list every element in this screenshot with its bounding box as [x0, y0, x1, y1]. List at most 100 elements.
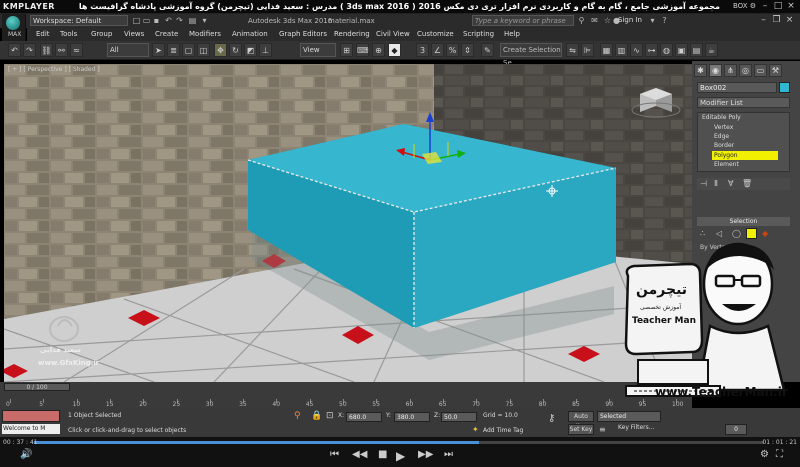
redo-icon[interactable]: ↷ [175, 15, 184, 26]
hierarchy-tab-icon[interactable]: ⋔ [724, 64, 737, 77]
time-slider[interactable]: 0 / 100 [4, 383, 70, 391]
player-maximize-icon[interactable]: □ [773, 1, 783, 12]
player-close-icon[interactable]: × [786, 1, 796, 12]
keyboard-shortcut-override-icon[interactable]: ⌨ [356, 43, 369, 57]
snaps-3d-icon[interactable]: 3 [416, 43, 429, 57]
menu-group[interactable]: Group [91, 30, 112, 38]
select-object-icon[interactable]: ➤ [152, 43, 165, 57]
motion-tab-icon[interactable]: ◎ [739, 64, 752, 77]
menu-civil-view[interactable]: Civil View [376, 30, 410, 38]
stack-item-editable-poly[interactable]: Editable Poly [702, 114, 741, 121]
select-and-move-icon[interactable]: ✥ [214, 43, 227, 57]
polygon-subobj-icon[interactable] [746, 228, 757, 239]
player-forward-icon[interactable]: ▶▶ [418, 449, 433, 460]
menu-graph-editors[interactable]: Graph Editors [279, 30, 327, 38]
player-fullscreen-icon[interactable]: ⛶ [776, 449, 783, 460]
time-tag-icon[interactable]: ✦ [472, 425, 479, 434]
material-editor-icon[interactable]: ◍ [660, 43, 673, 57]
curve-editor-icon[interactable]: ∿ [630, 43, 643, 57]
create-tab-icon[interactable]: ✱ [694, 64, 707, 77]
undo-icon[interactable]: ↶ [164, 15, 173, 26]
unlink-icon[interactable]: ⚯ [55, 43, 68, 57]
player-prev-icon[interactable]: ⏮ [330, 449, 339, 460]
quick-access-dropdown-icon[interactable]: ▾ [200, 15, 209, 26]
menu-edit[interactable]: Edit [36, 30, 50, 38]
workspace-dropdown[interactable]: Workspace: Default [30, 15, 128, 26]
y-coordinate-field[interactable]: 380.0 [394, 412, 430, 422]
stack-item-edge[interactable]: Edge [714, 133, 729, 140]
select-and-place-icon[interactable]: ⊥ [259, 43, 272, 57]
percent-snap-icon[interactable]: % [446, 43, 459, 57]
app-minimize-icon[interactable]: – [758, 15, 769, 26]
spinner-snap-icon[interactable]: ⇕ [461, 43, 474, 57]
open-file-icon[interactable]: ▭ [142, 15, 151, 26]
sign-in-link[interactable]: Sign In [618, 16, 642, 24]
menu-create[interactable]: Create [155, 30, 178, 38]
align-icon[interactable]: ⊫ [581, 43, 594, 57]
mirror-icon[interactable]: ⇋ [566, 43, 579, 57]
utilities-tab-icon[interactable]: ⚒ [769, 64, 782, 77]
player-play-icon[interactable]: ▶ [396, 449, 405, 463]
layer-manager-icon[interactable]: ▦ [600, 43, 613, 57]
reference-coordinate-dropdown[interactable]: View [300, 43, 336, 57]
make-unique-icon[interactable]: ∀ [728, 179, 733, 188]
vertex-subobj-icon[interactable]: ∴ [700, 229, 705, 238]
binoculars-icon[interactable]: ⚲ [577, 15, 586, 26]
add-time-tag-button[interactable]: Add Time Tag [483, 427, 523, 434]
render-setup-icon[interactable]: ▣ [675, 43, 688, 57]
favorites-icon[interactable]: ☆ [603, 15, 612, 26]
modify-tab-icon[interactable]: ◉ [709, 64, 722, 77]
display-tab-icon[interactable]: ▭ [754, 64, 767, 77]
menu-modifiers[interactable]: Modifiers [189, 30, 221, 38]
redo-toolbar-icon[interactable]: ↷ [23, 43, 36, 57]
edit-named-selection-icon[interactable]: ✎ [481, 43, 494, 57]
player-settings-icon[interactable]: ⚙ [760, 449, 769, 460]
angle-snap-icon[interactable]: ∠ [431, 43, 444, 57]
new-file-icon[interactable]: □ [132, 15, 141, 26]
absolute-mode-icon[interactable]: ⊡ [326, 411, 334, 421]
menu-help[interactable]: Help [504, 30, 520, 38]
menu-rendering[interactable]: Rendering [334, 30, 370, 38]
x-coordinate-field[interactable]: 680.0 [346, 412, 382, 422]
key-filter-icon[interactable]: ≡ [599, 425, 606, 434]
save-file-icon[interactable]: ▪ [152, 15, 161, 26]
maxscript-mini-listener[interactable] [2, 410, 60, 422]
auto-key-button[interactable]: Auto Key [568, 411, 594, 430]
player-volume-icon[interactable]: 🔊 [20, 449, 32, 460]
signin-dropdown-icon[interactable]: ▾ [648, 15, 657, 26]
app-close-icon[interactable]: × [784, 15, 795, 26]
object-name-field[interactable]: Box002 [697, 82, 777, 93]
stack-item-polygon[interactable]: Polygon [714, 152, 738, 159]
app-restore-icon[interactable]: ❐ [771, 15, 782, 26]
help-icon[interactable]: ? [660, 15, 669, 26]
select-and-rotate-icon[interactable]: ↻ [229, 43, 242, 57]
stack-item-element[interactable]: Element [714, 161, 739, 168]
player-next-icon[interactable]: ⏭ [444, 449, 453, 460]
menu-animation[interactable]: Animation [232, 30, 268, 38]
isolate-selection-icon[interactable]: ⚲ [294, 411, 301, 421]
player-minimize-icon[interactable]: – [760, 1, 770, 12]
named-selection-set-dropdown[interactable]: Create Selection Se [500, 43, 562, 67]
select-by-name-icon[interactable]: ≣ [167, 43, 180, 57]
bind-to-space-warp-icon[interactable]: ≈ [70, 43, 83, 57]
select-and-scale-icon[interactable]: ◩ [244, 43, 257, 57]
stack-item-vertex[interactable]: Vertex [714, 124, 733, 131]
schematic-view-icon[interactable]: ⊶ [645, 43, 658, 57]
viewport-label[interactable]: [ + ] [ Perspective ] [ Shaded ] [8, 66, 100, 73]
window-crossing-icon[interactable]: ◫ [197, 43, 210, 57]
perspective-viewport[interactable] [4, 64, 692, 382]
show-end-result-icon[interactable]: Ⅱ [714, 179, 718, 188]
border-subobj-icon[interactable]: ◯ [732, 229, 741, 238]
rectangular-selection-icon[interactable]: ▢ [182, 43, 195, 57]
modifier-list-dropdown[interactable]: Modifier List [697, 97, 790, 108]
selection-rollup[interactable]: Selection [697, 217, 790, 226]
edge-subobj-icon[interactable]: ◁ [716, 229, 722, 238]
graphite-toolbar-icon[interactable]: ▥ [615, 43, 628, 57]
key-icon[interactable]: ⚷ [548, 413, 555, 424]
app-menu-button[interactable]: MAX [2, 14, 26, 41]
undo-toolbar-icon[interactable]: ↶ [8, 43, 21, 57]
remove-modifier-icon[interactable]: 🗑 [742, 179, 752, 188]
menu-views[interactable]: Views [124, 30, 144, 38]
rendered-frame-window-icon[interactable]: ▤ [690, 43, 703, 57]
select-and-link-icon[interactable]: ⛓ [40, 43, 53, 57]
